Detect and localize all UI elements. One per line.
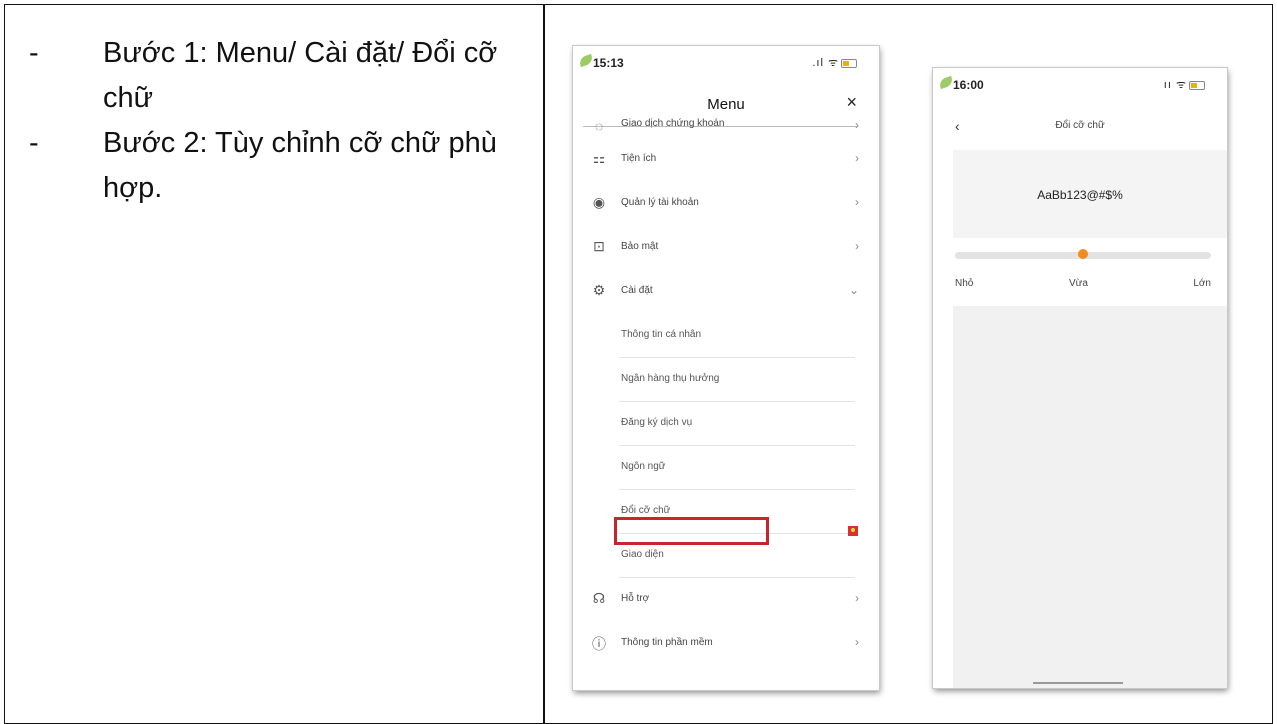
chevron-right-icon: › xyxy=(855,195,859,209)
menu-item-label: Quản lý tài khoản xyxy=(621,197,699,208)
menu-item-giao-dich[interactable]: ◌ Giao dịch chứng khoán › xyxy=(573,116,879,138)
chevron-right-icon: › xyxy=(855,591,859,605)
step-list: - Bước 1: Menu/ Cài đặt/ Đổi cỡ chữ - Bư… xyxy=(25,31,545,211)
highlight-box xyxy=(614,517,769,545)
submenu-item-ngon-ngu[interactable]: Ngôn ngữ xyxy=(573,446,879,490)
battery-icon xyxy=(841,58,857,68)
menu-item-label: Đăng ký dịch vụ xyxy=(621,417,693,428)
gear-icon: ⚙ xyxy=(592,282,606,298)
font-size-screenshot: 16:00 ıı ᯤ ‹ Đổi cỡ chữ AaBb123@#$% Nhỏ … xyxy=(933,68,1227,688)
battery-icon xyxy=(1189,80,1205,90)
menu-item-label: Thông tin cá nhân xyxy=(621,329,702,340)
menu-title: Menu xyxy=(707,96,745,113)
slider-handle[interactable] xyxy=(1078,249,1088,259)
leaf-icon xyxy=(577,53,595,68)
preview-text: AaBb123@#$% xyxy=(1037,188,1123,202)
step-1: - Bước 1: Menu/ Cài đặt/ Đổi cỡ chữ xyxy=(25,31,543,121)
chevron-right-icon: › xyxy=(855,239,859,253)
status-time: 16:00 xyxy=(953,78,984,92)
bullet-dash: - xyxy=(29,37,39,69)
submenu-item-ngan-hang[interactable]: Ngân hàng thụ hưởng xyxy=(573,358,879,402)
menu-item-cai-dat[interactable]: ⚙ Cài đặt ⌄ xyxy=(573,270,879,314)
menu-screenshot: 15:13 .ıl ᯤ Menu × ◌ Giao dịch chứng kho… xyxy=(573,46,879,690)
menu-list: ◌ Giao dịch chứng khoán › ⚏ Tiện ích › ◉… xyxy=(573,116,879,690)
menu-item-thong-tin-phan-mem[interactable]: ⓘ Thông tin phần mềm › xyxy=(573,622,879,666)
close-icon[interactable]: × xyxy=(846,92,857,113)
grid-plus-icon: ⚏ xyxy=(592,150,606,166)
menu-item-quan-ly-tai-khoan[interactable]: ◉ Quản lý tài khoản › xyxy=(573,182,879,226)
tag-icon: ◌ xyxy=(594,118,604,134)
step-2: - Bước 2: Tùy chỉnh cỡ chữ phù hợp. xyxy=(25,121,543,211)
signal-wifi-icons: .ıl ᯤ xyxy=(812,55,857,70)
status-time: 15:13 xyxy=(593,56,624,70)
user-circle-icon: ◉ xyxy=(592,194,606,210)
slider-label-large: Lớn xyxy=(1193,278,1211,289)
status-bar: 15:13 .ıl ᯤ xyxy=(573,46,879,78)
menu-item-tien-ich[interactable]: ⚏ Tiện ích › xyxy=(573,138,879,182)
menu-item-label: Đổi cỡ chữ xyxy=(621,505,671,516)
home-indicator xyxy=(1033,682,1123,684)
info-icon: ⓘ xyxy=(592,636,606,652)
bullet-dash: - xyxy=(29,127,39,159)
headset-icon: ☊ xyxy=(592,590,606,606)
menu-item-label: Giao diện xyxy=(621,549,664,560)
page-title: Đổi cỡ chữ xyxy=(1055,120,1105,131)
leaf-icon xyxy=(937,75,955,90)
slider-label-medium: Vừa xyxy=(1069,278,1088,289)
lock-icon: ⊡ xyxy=(593,238,605,254)
slider-label-small: Nhỏ xyxy=(955,278,974,289)
vietnam-flag-icon xyxy=(848,526,858,536)
content-area xyxy=(953,306,1227,688)
menu-item-label: Hỗ trợ xyxy=(621,593,650,604)
signal-wifi-icons: ıı ᯤ xyxy=(1164,77,1205,92)
chevron-right-icon: › xyxy=(855,118,859,132)
menu-item-label: Ngân hàng thụ hưởng xyxy=(621,373,720,384)
menu-item-label: Bảo mật xyxy=(621,241,659,252)
menu-item-label: Tiện ích xyxy=(621,153,657,164)
menu-item-label: Giao dịch chứng khoán xyxy=(621,118,725,129)
menu-item-label: Thông tin phần mềm xyxy=(621,637,713,648)
menu-item-ho-tro[interactable]: ☊ Hỗ trợ › xyxy=(573,578,879,622)
step-1-text: Bước 1: Menu/ Cài đặt/ Đổi cỡ chữ xyxy=(103,37,498,114)
submenu-item-dang-ky-dich-vu[interactable]: Đăng ký dịch vụ xyxy=(573,402,879,446)
status-bar: 16:00 ıı ᯤ xyxy=(933,68,1227,100)
menu-item-label: Cài đặt xyxy=(621,285,653,296)
chevron-down-icon: ⌄ xyxy=(848,283,859,297)
submenu-item-thong-tin-ca-nhan[interactable]: Thông tin cá nhân xyxy=(573,314,879,358)
chevron-right-icon: › xyxy=(855,635,859,649)
menu-item-bao-mat[interactable]: ⊡ Bảo mật › xyxy=(573,226,879,270)
step-2-text: Bước 2: Tùy chỉnh cỡ chữ phù hợp. xyxy=(103,127,497,204)
chevron-right-icon: › xyxy=(855,151,859,165)
menu-item-label: Ngôn ngữ xyxy=(621,461,666,472)
